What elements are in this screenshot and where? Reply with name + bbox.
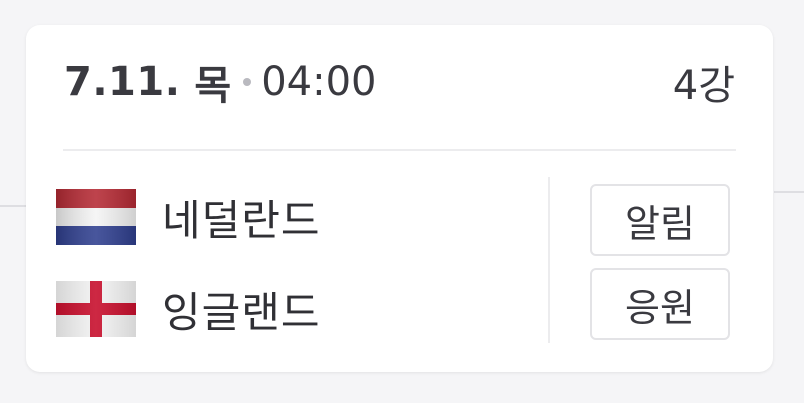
vertical-divider — [548, 177, 550, 343]
background-divider-right — [774, 191, 804, 193]
netherlands-flag-icon — [56, 189, 136, 245]
cheer-button[interactable]: 응원 — [590, 268, 730, 340]
separator-dot-icon — [243, 78, 252, 86]
team-list: 네덜란드 잉글랜드 — [56, 177, 536, 349]
match-time: 04:00 — [261, 59, 377, 105]
match-date: 7.11. — [64, 59, 181, 105]
match-round: 4강 — [672, 63, 735, 109]
header-divider — [63, 149, 736, 151]
match-header: 7.11. 목 04:00 4강 — [64, 57, 735, 109]
match-datetime: 7.11. 목 04:00 — [64, 53, 376, 111]
team-name-home: 네덜란드 — [162, 195, 321, 245]
match-card[interactable]: 7.11. 목 04:00 4강 네덜란드 잉글랜드 알림 응원 — [26, 25, 773, 372]
team-row-home: 네덜란드 — [56, 177, 536, 257]
england-flag-icon — [56, 281, 136, 337]
team-name-away: 잉글랜드 — [162, 287, 321, 337]
alarm-button[interactable]: 알림 — [590, 184, 730, 256]
team-row-away: 잉글랜드 — [56, 269, 536, 349]
match-day: 목 — [194, 63, 232, 109]
